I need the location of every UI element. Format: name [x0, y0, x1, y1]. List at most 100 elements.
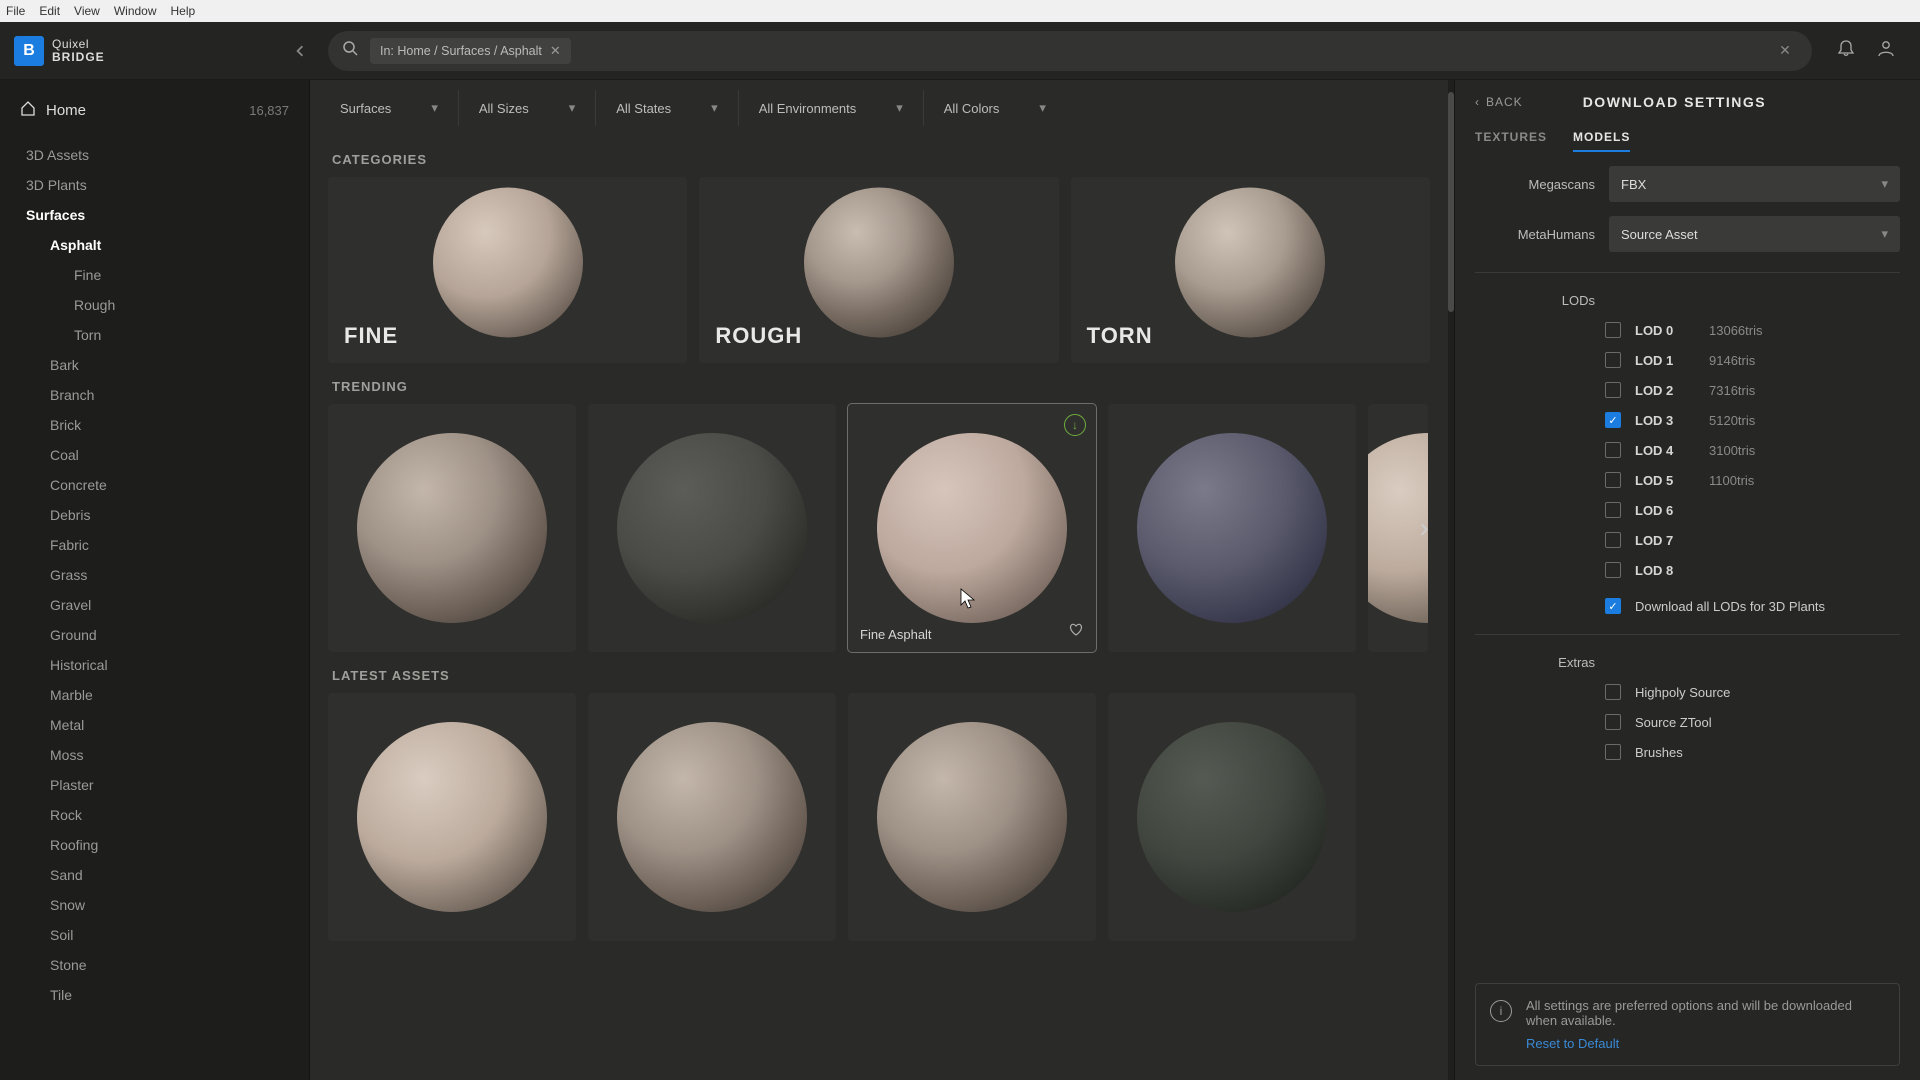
- brand-text: Quixel BRIDGE: [52, 38, 105, 63]
- extra-checkbox[interactable]: [1605, 744, 1621, 760]
- asset-card[interactable]: [328, 693, 576, 941]
- sphere-icon: [617, 722, 807, 912]
- search-bar[interactable]: In: Home / Surfaces / Asphalt ✕ ✕: [328, 31, 1812, 71]
- lod-tris: 7316tris: [1709, 383, 1755, 398]
- sphere-icon: [1137, 433, 1327, 623]
- app-menubar[interactable]: File Edit View Window Help: [0, 0, 1920, 22]
- menu-window[interactable]: Window: [114, 4, 157, 18]
- sidebar-item[interactable]: Tile: [26, 980, 309, 1010]
- sidebar-item[interactable]: Ground: [26, 620, 309, 650]
- lod-checkbox[interactable]: [1605, 562, 1621, 578]
- asset-card[interactable]: [848, 693, 1096, 941]
- sidebar-item[interactable]: Historical: [26, 650, 309, 680]
- lod-checkbox[interactable]: [1605, 352, 1621, 368]
- chevron-down-icon: ▾: [1881, 176, 1888, 192]
- lod-name: LOD 5: [1635, 473, 1695, 488]
- filter-dropdown[interactable]: All States▾: [596, 90, 738, 126]
- asset-card[interactable]: [1108, 693, 1356, 941]
- menu-edit[interactable]: Edit: [39, 4, 60, 18]
- search-icon: [342, 40, 358, 61]
- sidebar-item[interactable]: Marble: [26, 680, 309, 710]
- lod-checkbox[interactable]: [1605, 412, 1621, 428]
- carousel-next-button[interactable]: ›: [1404, 498, 1444, 558]
- menu-file[interactable]: File: [6, 4, 25, 18]
- clear-search-button[interactable]: ✕: [1772, 38, 1798, 64]
- category-torn[interactable]: TORN: [1071, 177, 1430, 363]
- lod-checkbox[interactable]: [1605, 472, 1621, 488]
- lod-checkbox[interactable]: [1605, 532, 1621, 548]
- sidebar-item[interactable]: Metal: [26, 710, 309, 740]
- lod-name: LOD 3: [1635, 413, 1695, 428]
- sphere-icon: [357, 433, 547, 623]
- sidebar-item[interactable]: Plaster: [26, 770, 309, 800]
- sidebar-item[interactable]: Debris: [26, 500, 309, 530]
- asset-card[interactable]: [588, 693, 836, 941]
- notifications-icon[interactable]: [1836, 38, 1856, 63]
- panel-back-button[interactable]: ‹ BACK: [1475, 95, 1523, 109]
- sidebar-item[interactable]: Bark: [26, 350, 309, 380]
- sidebar-item[interactable]: Gravel: [26, 590, 309, 620]
- sidebar-item[interactable]: 3D Assets: [26, 140, 309, 170]
- sidebar-item[interactable]: Rough: [26, 290, 309, 320]
- download-icon[interactable]: ↓: [1064, 414, 1086, 436]
- asset-card[interactable]: [588, 404, 836, 652]
- download-all-plants-checkbox[interactable]: [1605, 598, 1621, 614]
- metahumans-select[interactable]: Source Asset ▾: [1609, 216, 1900, 252]
- sidebar-item[interactable]: Surfaces: [26, 200, 309, 230]
- sidebar-item[interactable]: Fabric: [26, 530, 309, 560]
- extras-list: Highpoly Source Source ZTool Brushes: [1475, 684, 1900, 760]
- filter-dropdown[interactable]: All Colors▾: [924, 90, 1066, 126]
- extra-checkbox[interactable]: [1605, 684, 1621, 700]
- nav-back-button[interactable]: [286, 37, 314, 65]
- sidebar-item[interactable]: Stone: [26, 950, 309, 980]
- lod-name: LOD 1: [1635, 353, 1695, 368]
- asset-card[interactable]: [328, 404, 576, 652]
- category-fine[interactable]: FINE: [328, 177, 687, 363]
- filter-dropdown[interactable]: All Environments▾: [739, 90, 924, 126]
- menu-view[interactable]: View: [74, 4, 100, 18]
- sidebar-item[interactable]: 3D Plants: [26, 170, 309, 200]
- tab-models[interactable]: MODELS: [1573, 124, 1630, 152]
- sidebar-item[interactable]: Branch: [26, 380, 309, 410]
- sidebar-item[interactable]: Moss: [26, 740, 309, 770]
- tab-textures[interactable]: TEXTURES: [1475, 124, 1547, 152]
- reset-default-link[interactable]: Reset to Default: [1526, 1036, 1885, 1051]
- filter-dropdown[interactable]: All Sizes▾: [459, 90, 596, 126]
- lod-checkbox[interactable]: [1605, 382, 1621, 398]
- sidebar-item[interactable]: Snow: [26, 890, 309, 920]
- favorite-icon[interactable]: [1068, 621, 1084, 642]
- sidebar-item[interactable]: Soil: [26, 920, 309, 950]
- home-icon: [20, 100, 36, 120]
- lod-checkbox[interactable]: [1605, 442, 1621, 458]
- asset-card-hovered[interactable]: ↓ Fine Asphalt: [848, 404, 1096, 652]
- trending-row: ↓ Fine Asphalt ›: [320, 404, 1438, 652]
- user-icon[interactable]: [1876, 38, 1896, 63]
- sidebar-item[interactable]: Grass: [26, 560, 309, 590]
- sidebar-item[interactable]: Roofing: [26, 830, 309, 860]
- chevron-down-icon: ▾: [1881, 226, 1888, 242]
- extra-checkbox[interactable]: [1605, 714, 1621, 730]
- lod-checkbox[interactable]: [1605, 322, 1621, 338]
- sidebar-home[interactable]: Home 16,837: [0, 86, 309, 134]
- chevron-down-icon: ▾: [569, 100, 576, 116]
- sphere-icon: [877, 722, 1067, 912]
- download-settings-panel: ‹ BACK DOWNLOAD SETTINGS TEXTURES MODELS…: [1454, 80, 1920, 1080]
- sidebar-item[interactable]: Coal: [26, 440, 309, 470]
- sidebar-item[interactable]: Asphalt: [26, 230, 309, 260]
- sidebar-item[interactable]: Concrete: [26, 470, 309, 500]
- category-rough[interactable]: ROUGH: [699, 177, 1058, 363]
- chip-remove-icon[interactable]: ✕: [550, 43, 561, 59]
- menu-help[interactable]: Help: [171, 4, 196, 18]
- sidebar-item[interactable]: Torn: [26, 320, 309, 350]
- megascans-select[interactable]: FBX ▾: [1609, 166, 1900, 202]
- topbar: B Quixel BRIDGE In: Home / Surfaces / As…: [0, 22, 1920, 80]
- sidebar-item[interactable]: Fine: [26, 260, 309, 290]
- asset-card[interactable]: [1108, 404, 1356, 652]
- sidebar-item[interactable]: Rock: [26, 800, 309, 830]
- sidebar-item[interactable]: Brick: [26, 410, 309, 440]
- sidebar-item[interactable]: Sand: [26, 860, 309, 890]
- extras-label: Extras: [1475, 655, 1595, 670]
- filter-dropdown[interactable]: Surfaces▾: [320, 90, 459, 126]
- search-breadcrumb-chip[interactable]: In: Home / Surfaces / Asphalt ✕: [370, 38, 571, 64]
- lod-checkbox[interactable]: [1605, 502, 1621, 518]
